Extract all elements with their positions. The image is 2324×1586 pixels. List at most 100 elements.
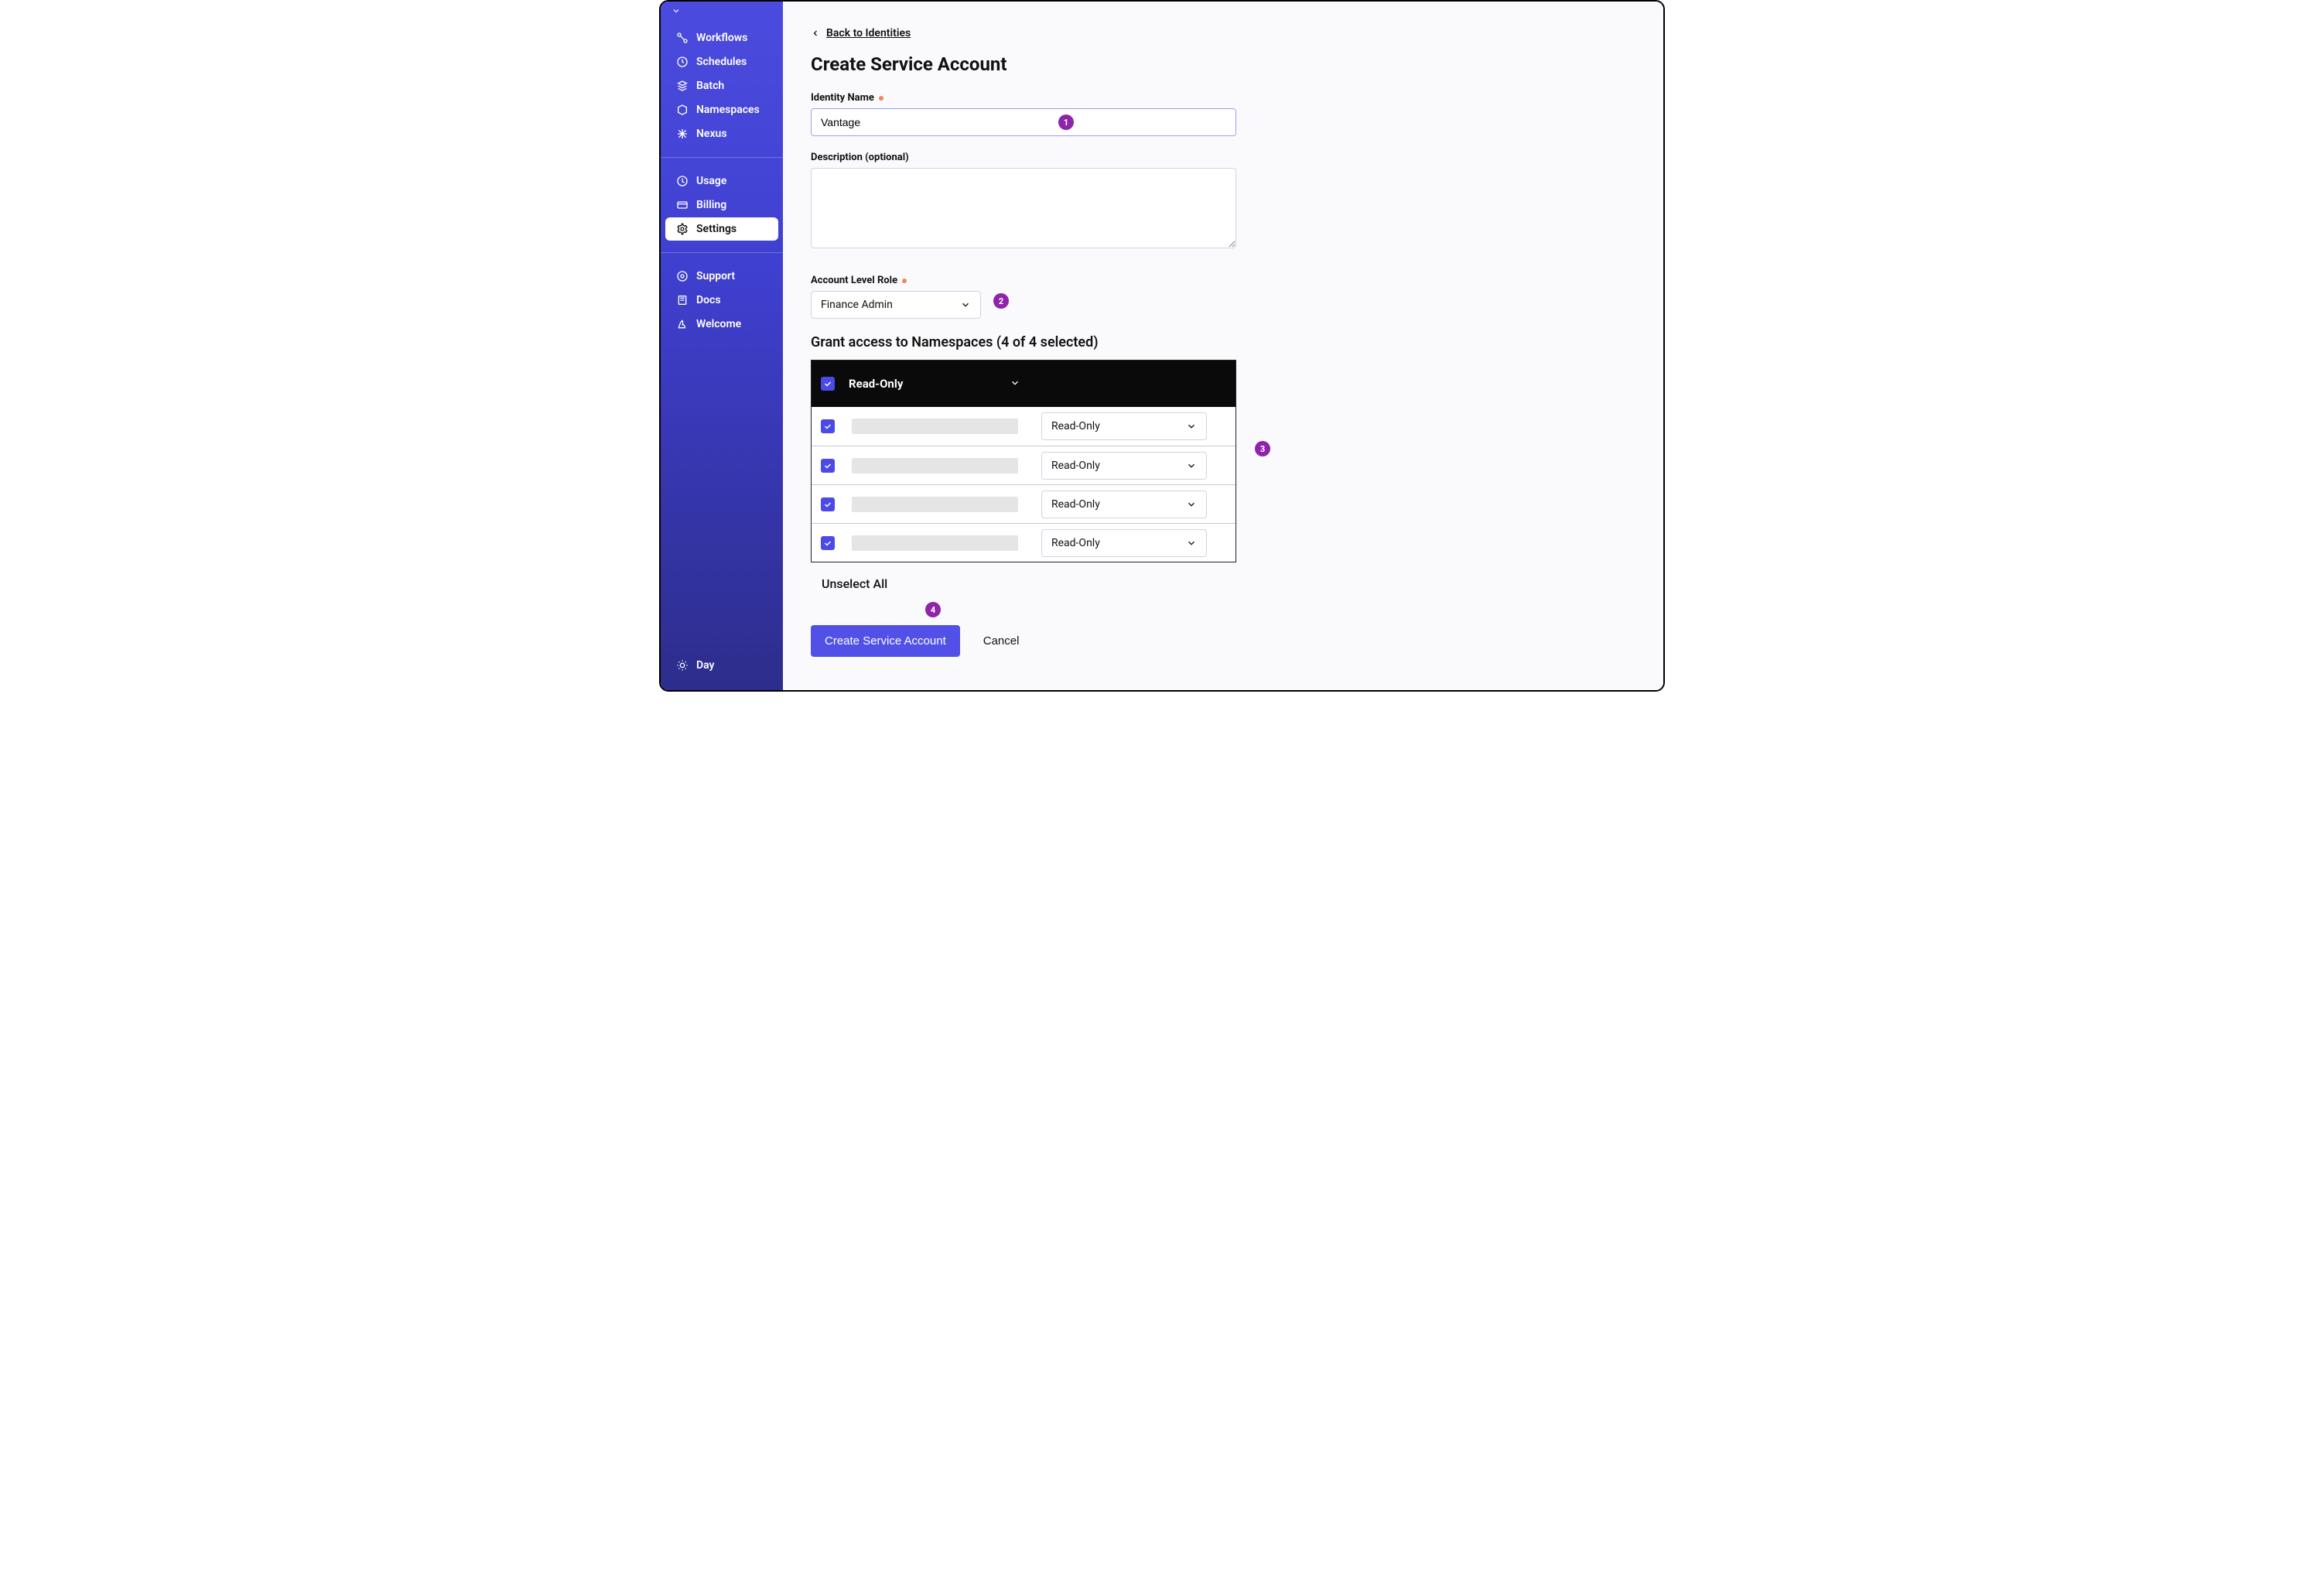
namespaces-section: Grant access to Namespaces (4 of 4 selec… [811,334,1635,591]
namespace-row: Read-Only [812,484,1235,523]
workflows-icon [676,32,689,44]
description-label: Description (optional) [811,152,1635,163]
usage-icon [676,175,689,187]
namespace-name-redacted [852,497,1018,512]
chevron-down-icon [1186,421,1197,432]
label-text: Description (optional) [811,152,909,163]
sidebar-item-usage[interactable]: Usage [665,169,778,193]
row-checkbox[interactable] [821,459,835,473]
billing-icon [676,199,689,211]
nexus-icon [676,128,689,140]
sidebar-item-workflows[interactable]: Workflows [665,26,778,50]
required-dot-icon [902,279,907,283]
namespaces-section-title: Grant access to Namespaces (4 of 4 selec… [811,334,1635,350]
account-role-label: Account Level Role [811,275,1635,286]
row-checkbox[interactable] [821,497,835,511]
sidebar-item-label: Settings [696,223,737,235]
namespace-name-redacted [852,419,1018,434]
sidebar-item-label: Welcome [696,318,741,330]
sidebar-item-label: Support [696,270,735,282]
sidebar-item-nexus[interactable]: Nexus [665,122,778,145]
sidebar-item-docs[interactable]: Docs [665,289,778,312]
main-content: Back to Identities Create Service Accoun… [783,2,1663,690]
identity-name-label: Identity Name [811,92,1635,104]
nav-group-account: Usage Billing Settings [661,161,783,249]
sidebar-item-label: Usage [696,175,726,187]
sidebar-item-label: Schedules [696,56,747,68]
annotation-badge-4: 4 [925,602,941,617]
settings-icon [676,223,689,235]
header-perm-label: Read-Only [849,377,903,391]
select-value: Read-Only [1051,537,1100,549]
header-sort-chevron-icon[interactable] [1010,377,1020,391]
required-dot-icon [879,96,883,101]
sidebar-item-billing[interactable]: Billing [665,193,778,217]
chevron-down-icon [1186,538,1197,549]
sidebar-item-label: Nexus [696,128,727,140]
description-input[interactable] [811,168,1236,248]
chevron-left-icon [811,29,820,38]
namespace-row: Read-Only [812,446,1235,484]
namespace-row: Read-Only [812,523,1235,562]
chevron-down-icon [1186,499,1197,510]
chevron-down-icon [960,299,971,310]
theme-label: Day [696,659,715,672]
annotation-badge-3: 3 [1255,441,1270,456]
sidebar-item-schedules[interactable]: Schedules [665,50,778,73]
namespaces-table: Read-Only Read-Only [811,360,1236,562]
sidebar-item-support[interactable]: Support [665,265,778,288]
select-all-checkbox[interactable] [821,377,835,391]
back-to-identities-link[interactable]: Back to Identities [811,27,911,39]
row-permission-select[interactable]: Read-Only [1041,490,1207,518]
row-permission-select[interactable]: Read-Only [1041,529,1207,557]
row-permission-select[interactable]: Read-Only [1041,412,1207,440]
account-role-select[interactable]: Finance Admin [811,291,981,319]
sidebar-item-label: Billing [696,199,726,211]
sun-icon [676,659,689,672]
namespaces-icon [676,104,689,116]
schedules-icon [676,56,689,68]
namespace-row: Read-Only [812,407,1235,446]
identity-name-input[interactable] [811,108,1236,136]
page-title: Create Service Account [811,53,1635,75]
form-actions: Create Service Account Cancel [811,625,1635,657]
nav-group-help: Support Docs Welcome [661,256,783,344]
cancel-button[interactable]: Cancel [983,634,1020,648]
sidebar-item-namespaces[interactable]: Namespaces [665,98,778,121]
sidebar-collapse-chevron-icon[interactable] [661,6,783,18]
nav-divider [661,157,783,158]
sidebar-item-batch[interactable]: Batch [665,74,778,97]
row-checkbox[interactable] [821,536,835,550]
namespaces-rows: Read-Only Read-Only [812,407,1235,562]
theme-toggle[interactable]: Day [665,654,778,677]
batch-icon [676,80,689,92]
select-value: Read-Only [1051,498,1100,511]
sidebar-item-label: Docs [696,294,721,306]
annotation-badge-2: 2 [993,293,1009,309]
sidebar-item-welcome[interactable]: Welcome [665,313,778,336]
sidebar-bottom: Day [661,653,783,690]
select-value: Finance Admin [821,299,893,311]
nav-divider [661,252,783,253]
create-service-account-button[interactable]: Create Service Account [811,625,960,657]
sidebar-item-label: Batch [696,80,724,92]
description-field: Description (optional) [811,152,1635,251]
unselect-all-button[interactable]: Unselect All [822,576,887,591]
docs-icon [676,294,689,306]
nav-group-primary: Workflows Schedules Batch Namespaces Nex… [661,18,783,154]
sidebar-item-label: Workflows [696,32,747,44]
row-checkbox[interactable] [821,419,835,433]
sidebar-item-settings[interactable]: Settings [665,217,778,241]
select-value: Read-Only [1051,460,1100,472]
sidebar: Workflows Schedules Batch Namespaces Nex… [661,2,783,690]
row-permission-select[interactable]: Read-Only [1041,452,1207,480]
sidebar-item-label: Namespaces [696,104,760,116]
label-text: Identity Name [811,92,874,104]
identity-name-field: Identity Name 1 [811,92,1635,136]
namespace-name-redacted [852,458,1018,473]
app-frame: Workflows Schedules Batch Namespaces Nex… [659,0,1665,692]
namespace-name-redacted [852,535,1018,551]
chevron-down-icon [1186,460,1197,471]
support-icon [676,270,689,282]
label-text: Account Level Role [811,275,897,286]
